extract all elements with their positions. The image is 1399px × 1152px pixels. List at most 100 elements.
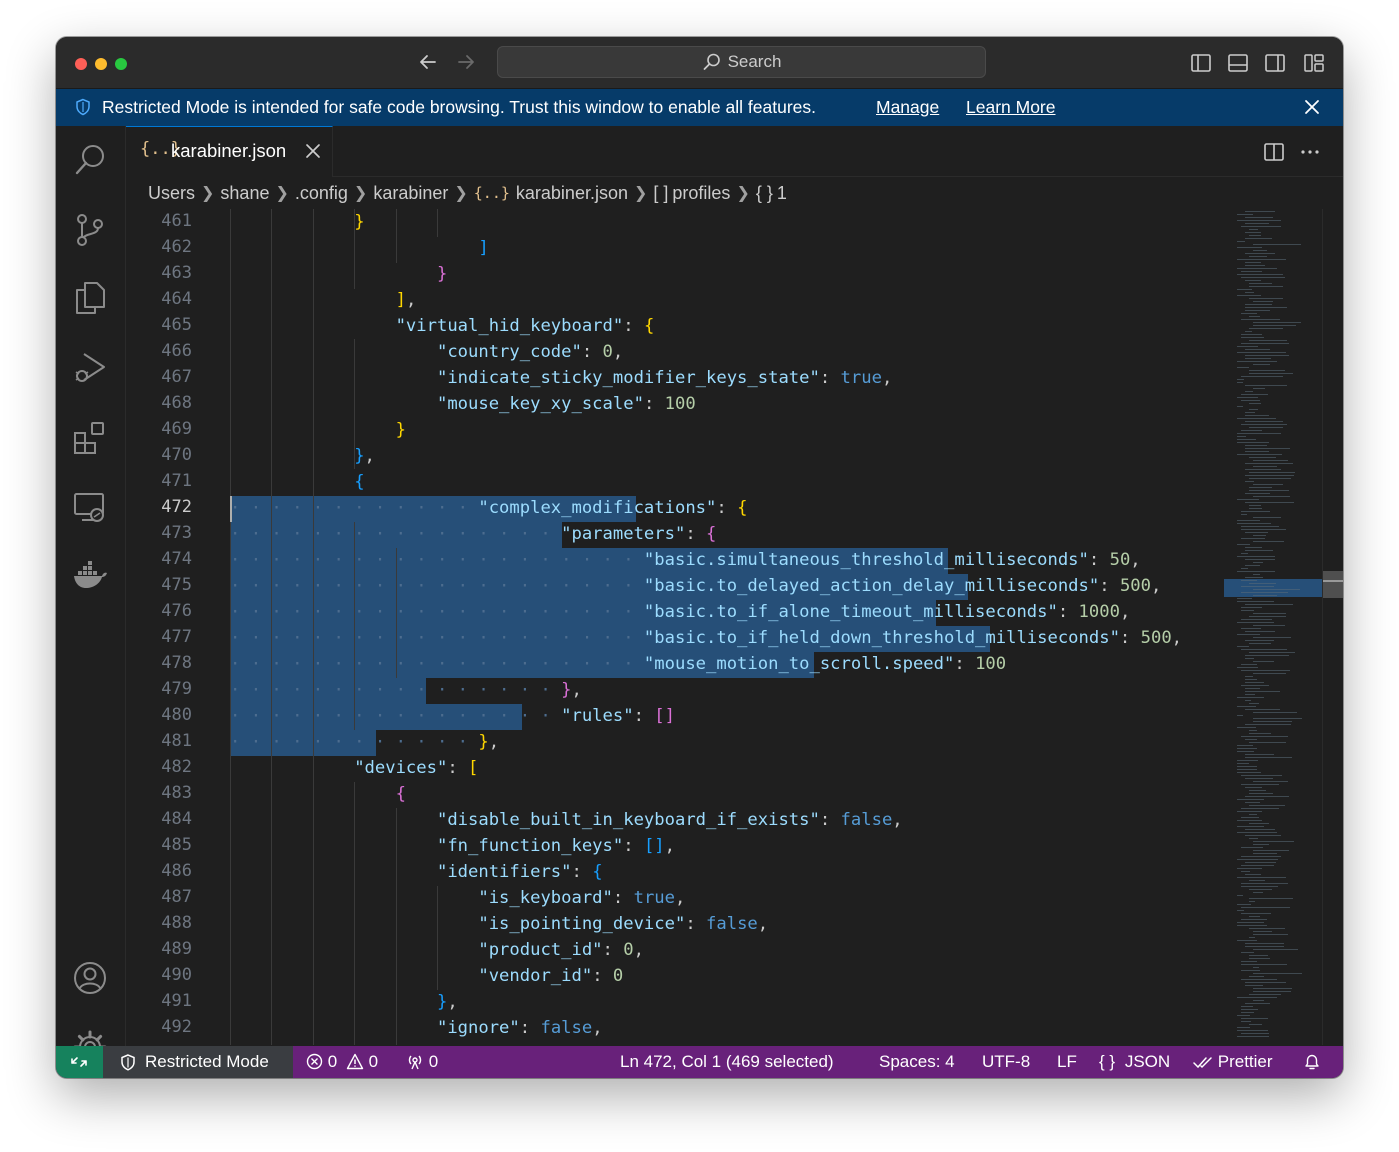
breadcrumb-karabiner[interactable]: karabiner: [373, 183, 448, 204]
restricted-mode-indicator[interactable]: Restricted Mode: [103, 1046, 293, 1078]
learn-more-link[interactable]: Learn More: [966, 97, 1056, 118]
minimap-line: [1253, 388, 1265, 389]
line-number: 492: [161, 1017, 192, 1037]
forward-arrow-icon[interactable]: [455, 51, 477, 73]
minimap-line: [1249, 229, 1258, 230]
minimap-line: [1241, 685, 1269, 686]
line-number: 463: [161, 263, 192, 283]
minimap-line: [1237, 361, 1277, 362]
breadcrumb-config[interactable]: .config: [295, 183, 348, 204]
problems-indicator[interactable]: 0 0: [306, 1052, 378, 1072]
minimap-line: [1237, 1027, 1250, 1028]
minimap-line: [1245, 577, 1263, 578]
code-editor[interactable]: 461 462 463 464 465 466 467 468 469 470 471 472 473 4…: [126, 209, 1343, 1045]
command-center-search[interactable]: Search: [497, 46, 986, 78]
minimap-line: [1241, 226, 1281, 227]
shield-icon: [121, 1054, 135, 1071]
line-number: 466: [161, 341, 192, 361]
minimap-line: [1249, 235, 1261, 236]
minimap-line: [1253, 325, 1296, 326]
back-arrow-icon[interactable]: [417, 51, 439, 73]
minimap-line: [1249, 409, 1258, 410]
code-line: "devices": [: [354, 758, 479, 778]
minimap[interactable]: [1229, 209, 1329, 1045]
shield-icon: [76, 98, 90, 116]
minimap-line: [1245, 415, 1269, 416]
prettier-indicator[interactable]: Prettier: [1193, 1052, 1273, 1072]
minimap-line: [1237, 367, 1249, 368]
extensions-icon[interactable]: [72, 420, 108, 456]
tab-karabiner-json[interactable]: {..} karabiner.json: [126, 126, 333, 177]
code-line: },: [436, 992, 458, 1012]
minimize-window-button[interactable]: [95, 58, 107, 70]
close-tab-icon[interactable]: [305, 143, 321, 159]
search-icon[interactable]: [72, 142, 108, 178]
minimap-line: [1241, 580, 1257, 581]
minimap-line: [1237, 622, 1274, 623]
zoom-window-button[interactable]: [115, 58, 127, 70]
indentation-indicator[interactable]: Spaces: 4: [879, 1052, 955, 1072]
minimap-line: [1237, 727, 1256, 728]
indent-guide: [437, 209, 438, 237]
line-number: 461: [161, 211, 192, 231]
minimap-line: [1253, 517, 1281, 518]
encoding-indicator[interactable]: UTF-8: [982, 1052, 1030, 1072]
minimap-line: [1249, 616, 1286, 617]
close-window-button[interactable]: [75, 58, 87, 70]
customize-layout-icon[interactable]: [1303, 52, 1325, 74]
explorer-icon[interactable]: [72, 280, 108, 316]
minimap-line: [1237, 247, 1262, 248]
minimap-line: [1245, 331, 1252, 332]
minimap-line: [1249, 652, 1295, 653]
close-icon[interactable]: [1303, 98, 1321, 116]
minimap-line: [1237, 259, 1286, 260]
minimap-line: [1237, 760, 1258, 761]
code-line: }: [436, 264, 448, 284]
more-actions-icon[interactable]: [1299, 141, 1321, 163]
language-mode[interactable]: { } JSON: [1099, 1052, 1170, 1072]
source-control-icon[interactable]: [72, 212, 108, 248]
minimap-line: [1237, 763, 1249, 764]
toggle-secondary-sidebar-icon[interactable]: [1264, 52, 1286, 74]
minimap-line: [1249, 478, 1291, 479]
minimap-line: [1241, 871, 1250, 872]
minimap-line: [1249, 937, 1255, 938]
toggle-primary-sidebar-icon[interactable]: [1190, 52, 1212, 74]
eol-indicator[interactable]: LF: [1057, 1052, 1077, 1072]
manage-link[interactable]: Manage: [876, 97, 939, 118]
docker-icon[interactable]: [72, 558, 108, 594]
breadcrumb-users[interactable]: Users: [148, 183, 195, 204]
editor-tab-bar: {..} karabiner.json: [126, 126, 1343, 177]
toggle-panel-icon[interactable]: [1227, 52, 1249, 74]
minimap-line: [1253, 991, 1291, 992]
scrollbar-thumb[interactable]: [1323, 571, 1343, 598]
minimap-line: [1241, 808, 1279, 809]
breadcrumb-profiles[interactable]: profiles: [672, 183, 730, 204]
cursor-position[interactable]: Ln 472, Col 1 (469 selected): [620, 1052, 834, 1072]
line-number: 488: [161, 913, 192, 933]
breadcrumb-index[interactable]: 1: [777, 183, 787, 204]
error-icon: [306, 1053, 323, 1070]
code-line: "fn_function_keys": [],: [436, 836, 675, 856]
account-icon[interactable]: [72, 960, 108, 996]
breadcrumb-shane[interactable]: shane: [220, 183, 269, 204]
minimap-line: [1253, 589, 1300, 590]
vscode-window: Search Restricted Mode is intended for s…: [56, 37, 1343, 1078]
run-debug-icon[interactable]: [72, 350, 108, 386]
remote-explorer-icon[interactable]: [72, 489, 108, 525]
code-line: "vendor_id": 0: [478, 966, 624, 986]
split-editor-icon[interactable]: [1263, 141, 1285, 163]
minimap-line: [1245, 493, 1270, 494]
vertical-scrollbar[interactable]: [1322, 209, 1343, 1045]
line-number: 471: [161, 471, 192, 491]
code-line: "mouse_key_xy_scale": 100: [436, 394, 696, 414]
minimap-line: [1249, 487, 1272, 488]
minimap-line: [1241, 400, 1260, 401]
breadcrumb-file[interactable]: karabiner.json: [516, 183, 628, 204]
remote-indicator[interactable]: [56, 1046, 103, 1078]
code-area[interactable]: } ] } ], "virtual_hid_keyboard": { "coun…: [230, 209, 1300, 1045]
ports-indicator[interactable]: 0: [406, 1052, 438, 1072]
notifications-bell[interactable]: [1303, 1052, 1321, 1073]
double-check-icon: [1193, 1057, 1212, 1069]
warning-count: 0: [368, 1052, 379, 1071]
